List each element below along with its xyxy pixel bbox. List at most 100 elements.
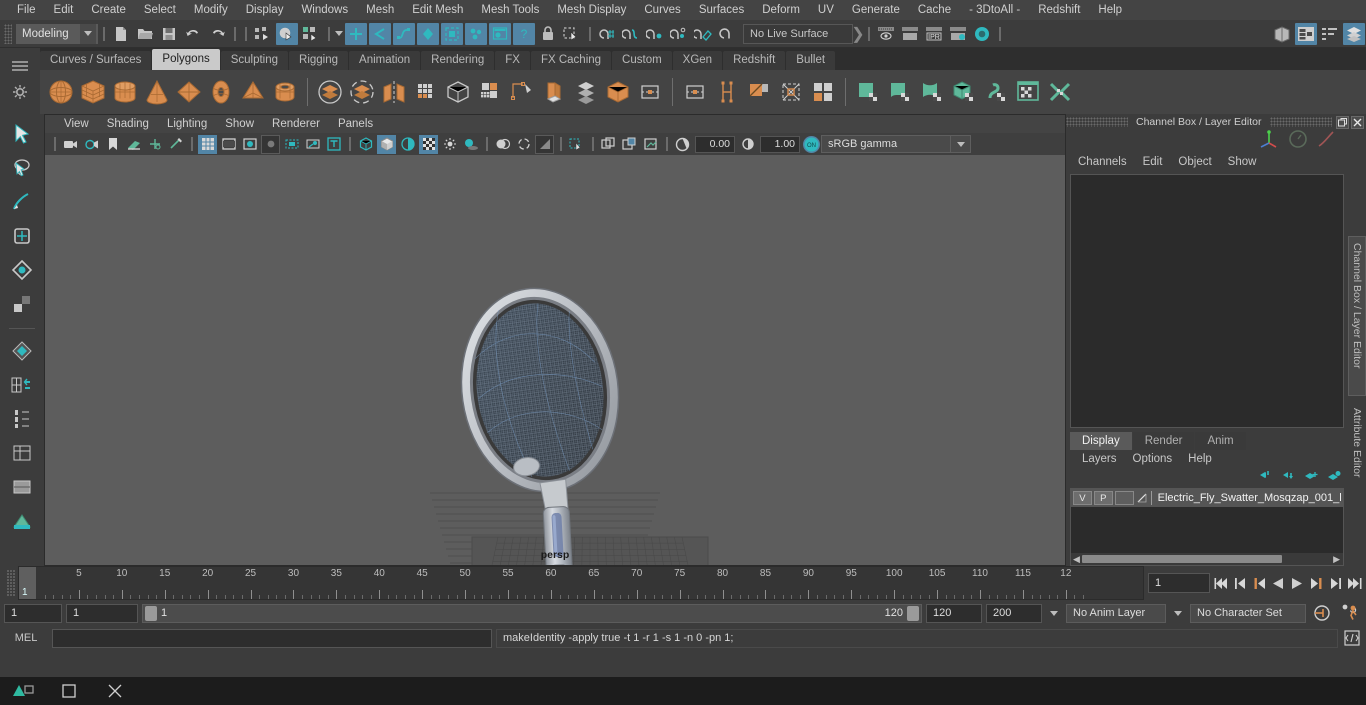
render-settings-icon[interactable] (947, 23, 969, 45)
offset-edge-loop-icon[interactable] (808, 75, 838, 109)
menu-set-selector[interactable]: Modeling (16, 23, 98, 44)
mask-surfaces-icon[interactable] (417, 22, 439, 45)
show-manipulator-icon[interactable] (7, 403, 37, 435)
step-back-key-icon[interactable] (1232, 574, 1248, 592)
shelf-tab-rigging[interactable]: Rigging (289, 51, 349, 70)
uv-automatic-icon[interactable] (949, 75, 979, 109)
current-frame-field[interactable]: 1 (1148, 573, 1210, 593)
poly-cone-icon[interactable] (142, 75, 172, 109)
channel-box-menu-object[interactable]: Object (1170, 156, 1219, 168)
shelf-tab-animation[interactable]: Animation (349, 51, 421, 70)
viewport-menu-shading[interactable]: Shading (98, 118, 158, 130)
snap-curve-icon[interactable] (620, 23, 642, 45)
grid-toggle-icon[interactable] (198, 134, 217, 154)
mask-deformations-icon[interactable] (441, 22, 463, 45)
speedometer-icon[interactable] (1288, 129, 1308, 154)
layer-tab-render[interactable]: Render (1132, 432, 1195, 450)
resolution-gate-icon[interactable] (145, 135, 164, 154)
layer-tab-anim[interactable]: Anim (1195, 432, 1246, 450)
mask-dynamics-icon[interactable] (465, 22, 487, 45)
anim-layer-field[interactable]: No Anim Layer (1066, 603, 1166, 623)
shelf-tab-xgen[interactable]: XGen (672, 51, 723, 70)
layer-menu-layers[interactable]: Layers (1074, 453, 1125, 465)
character-set-field[interactable]: No Character Set (1190, 603, 1306, 623)
image-save-icon[interactable] (620, 135, 639, 154)
scroll-thumb[interactable] (1081, 555, 1282, 563)
uv-layout-icon[interactable] (1013, 75, 1043, 109)
chevron-down-icon[interactable] (1046, 604, 1062, 623)
isolate-select-icon[interactable] (567, 135, 586, 154)
close-panel-icon[interactable] (1351, 115, 1364, 129)
mask-misc-icon[interactable]: ? (513, 22, 535, 45)
axis-gizmo-icon[interactable] (1258, 129, 1280, 154)
menu-item-cache[interactable]: Cache (909, 0, 960, 20)
smooth-shaded-icon[interactable] (377, 134, 396, 154)
shelf-tab-curves-surfaces[interactable]: Curves / Surfaces (40, 51, 152, 70)
channel-box-menu-channels[interactable]: Channels (1070, 156, 1135, 168)
mirror-icon[interactable] (379, 75, 409, 109)
viewport-menu-show[interactable]: Show (216, 118, 263, 130)
save-scene-icon[interactable] (158, 23, 180, 45)
wireframe-on-shaded-icon[interactable] (419, 134, 438, 154)
maya-app-icon[interactable] (0, 677, 46, 705)
wedge-icon[interactable] (571, 75, 601, 109)
rotate-tool-icon[interactable] (7, 254, 37, 286)
script-editor-icon[interactable] (1342, 629, 1362, 648)
camera-icon[interactable] (61, 135, 80, 154)
layer-visibility-toggle[interactable]: V (1073, 491, 1092, 505)
uv-editor-icon[interactable] (853, 75, 883, 109)
new-scene-icon[interactable] (110, 23, 132, 45)
select-hierarchy-icon[interactable] (252, 23, 274, 45)
uv-cylindrical-icon[interactable] (917, 75, 947, 109)
image-plane-icon[interactable] (124, 135, 143, 154)
range-bar[interactable]: 1 120 (142, 603, 922, 623)
uv-unfold-icon[interactable] (981, 75, 1011, 109)
menu-item-help[interactable]: Help (1089, 0, 1131, 20)
collapse-arrow-icon[interactable]: ❯ (851, 24, 864, 44)
hypershade-icon[interactable] (971, 23, 993, 45)
chevron-down-icon[interactable] (951, 135, 971, 153)
menu-item-uv[interactable]: UV (809, 0, 843, 20)
scale-tool-icon[interactable] (7, 288, 37, 320)
viewport-menu-view[interactable]: View (55, 118, 98, 130)
menu-item-deform[interactable]: Deform (753, 0, 809, 20)
layer-color-swatch[interactable] (1136, 491, 1149, 505)
exposure-field[interactable]: 0.00 (695, 135, 735, 153)
resolution-gate-toggle-icon[interactable] (240, 135, 259, 154)
color-management-toggle-icon[interactable]: ON (803, 135, 820, 153)
gamma-field[interactable]: 1.00 (760, 135, 800, 153)
sculpt-icon[interactable] (712, 75, 742, 109)
quad-draw-icon[interactable] (744, 75, 774, 109)
film-gate-icon[interactable] (166, 135, 185, 154)
window-icon[interactable] (46, 677, 92, 705)
ao-icon[interactable] (493, 135, 512, 154)
close-icon[interactable] (92, 677, 138, 705)
menu-item-create[interactable]: Create (82, 0, 135, 20)
layer-name[interactable]: Electric_Fly_Swatter_Mosqzap_001_lay (1154, 492, 1341, 504)
layer-list[interactable]: V P Electric_Fly_Swatter_Mosqzap_001_lay… (1070, 488, 1344, 566)
step-back-frame-icon[interactable] (1251, 574, 1267, 592)
time-slider-grip[interactable] (6, 570, 16, 596)
texture-icon[interactable] (324, 135, 343, 154)
play-backwards-icon[interactable] (1270, 574, 1286, 592)
curve-icon[interactable] (1316, 129, 1336, 154)
persp-view-layout-icon[interactable] (7, 471, 37, 503)
redo-icon[interactable] (206, 23, 228, 45)
layer-playback-toggle[interactable]: P (1093, 491, 1113, 505)
menu-item-mesh-display[interactable]: Mesh Display (548, 0, 635, 20)
select-tool-icon[interactable] (7, 118, 37, 150)
chevron-down-icon[interactable] (80, 23, 96, 44)
viewport-menu-lighting[interactable]: Lighting (158, 118, 216, 130)
shaded-textured-icon[interactable] (398, 135, 417, 154)
new-layer-icon[interactable] (1303, 469, 1319, 487)
new-layer-from-selected-icon[interactable] (1326, 469, 1342, 487)
open-scene-icon[interactable] (134, 23, 156, 45)
command-language-label[interactable]: MEL (4, 632, 48, 644)
step-forward-frame-icon[interactable] (1308, 574, 1324, 592)
channel-box-content[interactable] (1070, 174, 1344, 428)
shelf-tab-sculpting[interactable]: Sculpting (220, 51, 289, 70)
range-end-handle[interactable] (907, 605, 919, 621)
menu-item-edit-mesh[interactable]: Edit Mesh (403, 0, 472, 20)
menu-item-generate[interactable]: Generate (843, 0, 909, 20)
layer-move-down-icon[interactable] (1280, 469, 1296, 487)
